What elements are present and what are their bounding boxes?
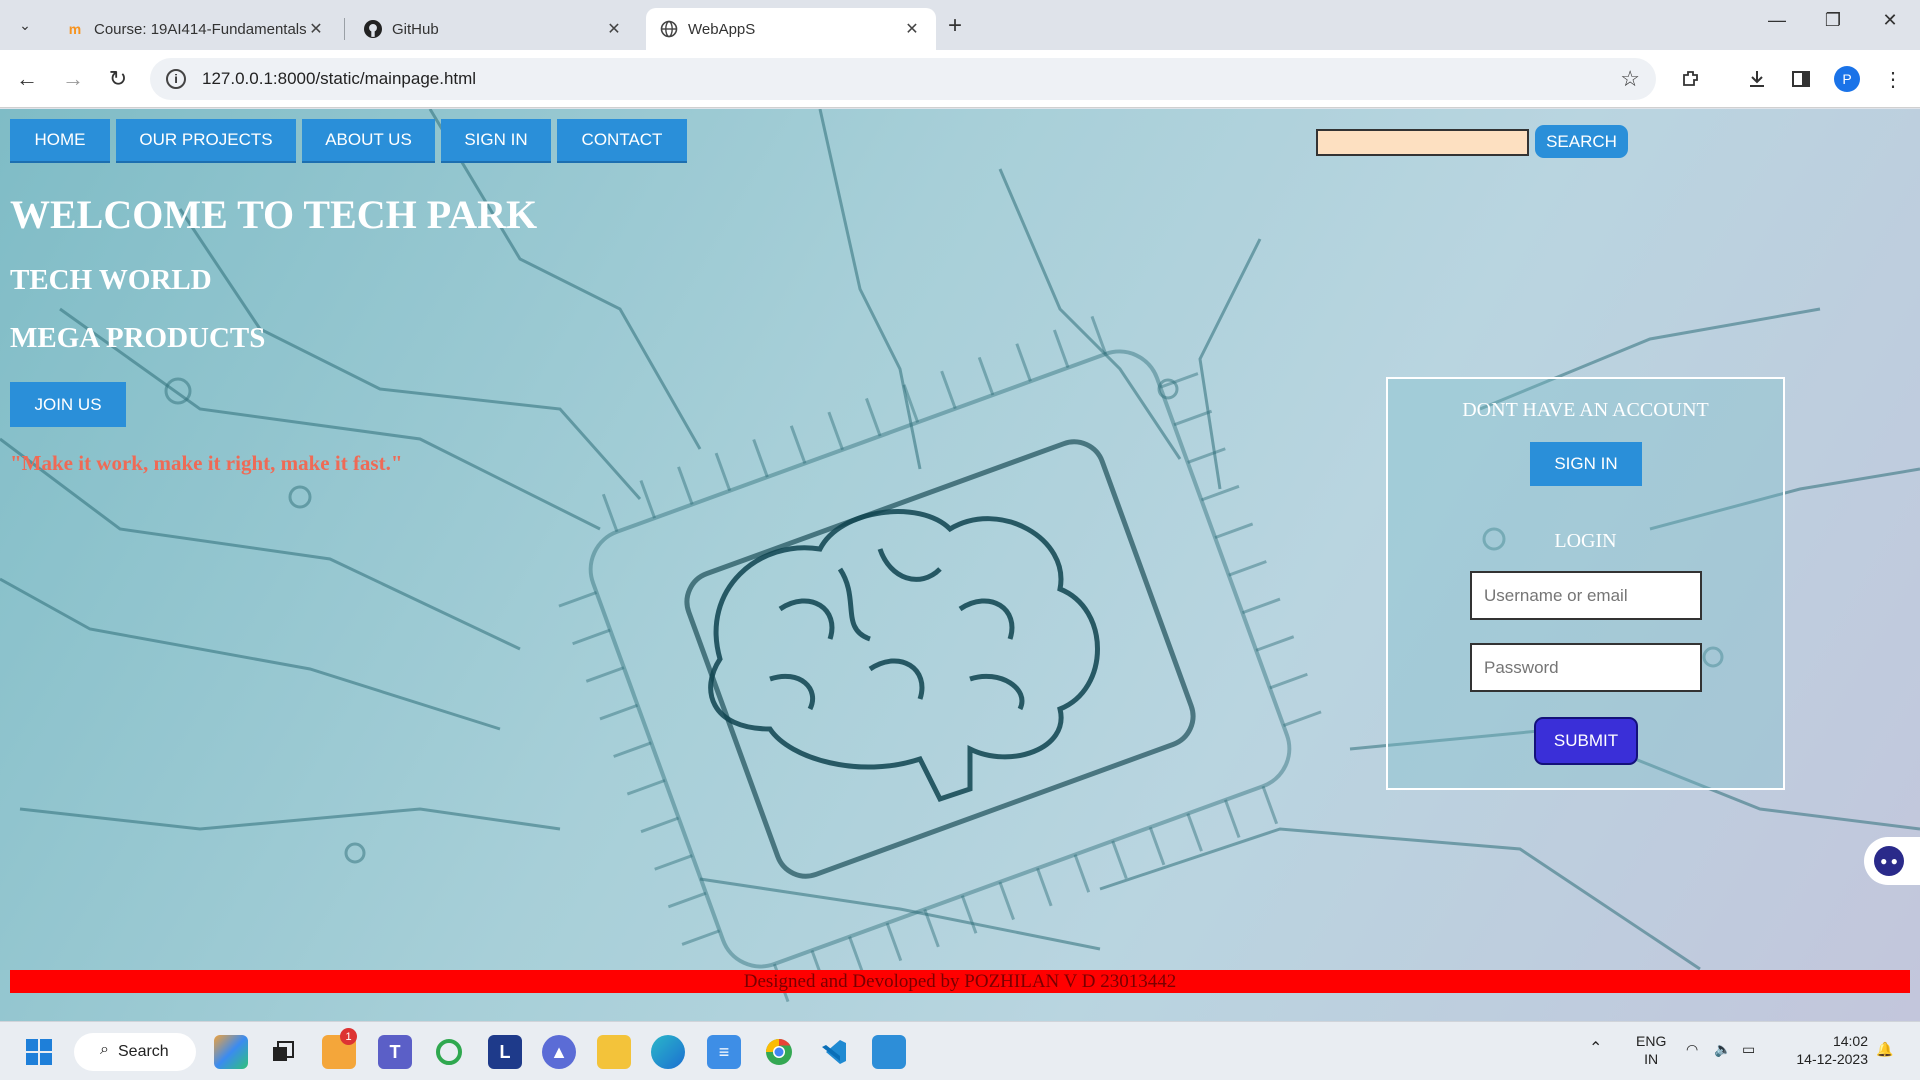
nav-sign-in[interactable]: SIGN IN: [441, 119, 551, 163]
chrome-icon[interactable]: [762, 1035, 796, 1069]
brain-icon: [708, 509, 1100, 803]
chevron-down-icon: ⌄: [19, 16, 31, 33]
no-account-caption: DONT HAVE AN ACCOUNT: [1462, 399, 1709, 421]
edge-icon[interactable]: [651, 1035, 685, 1069]
welcome-heading: WELCOME TO TECH PARK: [10, 192, 538, 237]
browser-toolbar: ← → ↻ i 127.0.0.1:8000/static/mainpage.h…: [0, 50, 1920, 108]
taskbar-search[interactable]: ⌕ Search: [74, 1033, 196, 1071]
panel-sign-in-button[interactable]: SIGN IN: [1530, 442, 1642, 486]
volume-icon[interactable]: 🔈: [1714, 1040, 1731, 1058]
nav-about-us[interactable]: ABOUT US: [302, 119, 435, 163]
tab-title: GitHub: [392, 20, 439, 38]
start-button[interactable]: [22, 1035, 56, 1069]
wifi-icon[interactable]: ◠: [1686, 1040, 1698, 1058]
nav-home[interactable]: HOME: [10, 119, 110, 163]
profile-avatar[interactable]: P: [1834, 66, 1860, 92]
clock-time: 14:02: [1832, 1033, 1868, 1049]
plus-icon: +: [948, 12, 963, 39]
close-icon: ✕: [1882, 10, 1898, 30]
l-app-icon[interactable]: L: [488, 1035, 522, 1069]
main-nav: HOME OUR PROJECTS ABOUT US SIGN IN CONTA…: [10, 119, 693, 163]
notification-badge: 1: [340, 1028, 357, 1045]
nav-contact[interactable]: CONTACT: [557, 119, 687, 163]
clock[interactable]: 14:02 14-12-2023: [1784, 1032, 1868, 1068]
taskbar-search-label: Search: [118, 1043, 169, 1060]
reload-icon: ↻: [108, 66, 128, 91]
close-icon[interactable]: ✕: [604, 19, 624, 39]
chatbot-icon: ● ●: [1874, 846, 1904, 876]
github-icon: [364, 20, 382, 38]
back-button[interactable]: ←: [12, 64, 42, 94]
restore-icon: ❐: [1824, 10, 1842, 30]
login-panel: DONT HAVE AN ACCOUNT SIGN IN LOGIN SUBMI…: [1386, 377, 1785, 790]
more-menu-icon[interactable]: ⋮: [1878, 64, 1908, 94]
submit-button[interactable]: SUBMIT: [1534, 717, 1638, 765]
battery-icon[interactable]: ▭: [1742, 1040, 1755, 1058]
tab-github[interactable]: GitHub ✕: [350, 8, 638, 50]
mega-products-heading: MEGA PRODUCTS: [10, 322, 266, 354]
search-input[interactable]: [1316, 129, 1529, 156]
close-icon[interactable]: ✕: [306, 19, 326, 39]
teams-icon[interactable]: T: [378, 1035, 412, 1069]
moodle-icon: m: [68, 21, 82, 37]
password-field[interactable]: [1470, 643, 1702, 692]
url-text: 127.0.0.1:8000/static/mainpage.html: [202, 69, 477, 88]
restore-button[interactable]: ❐: [1813, 10, 1853, 31]
search-button[interactable]: SEARCH: [1535, 125, 1628, 158]
download-icon[interactable]: [1742, 64, 1772, 94]
footer-credit: Designed and Devoloped by POZHILAN V D 2…: [10, 970, 1910, 993]
windows-taskbar: ⌕ Search 1 T L ▲ ≡ ⌃ ENG IN ◠ 🔈 ▭ 14:02 …: [0, 1021, 1920, 1080]
notepad-icon[interactable]: ≡: [707, 1035, 741, 1069]
tech-world-heading: TECH WORLD: [10, 264, 212, 296]
extensions-icon[interactable]: [1676, 64, 1706, 94]
arrow-left-icon: ←: [16, 66, 38, 91]
show-hidden-icons[interactable]: ⌃: [1589, 1040, 1602, 1058]
photos-icon[interactable]: [872, 1035, 906, 1069]
language-code: ENG: [1636, 1033, 1667, 1049]
globe-icon: [660, 20, 678, 38]
join-us-button[interactable]: JOIN US: [10, 382, 126, 427]
reload-button[interactable]: ↻: [103, 64, 133, 94]
region-code: IN: [1644, 1051, 1659, 1067]
arrow-right-icon: →: [62, 66, 84, 91]
site-info-icon[interactable]: i: [166, 69, 186, 89]
search-icon: ⌕: [100, 1041, 109, 1058]
minimize-icon: —: [1768, 10, 1786, 30]
quote-text: "Make it work, make it right, make it fa…: [10, 451, 403, 475]
nav-our-projects[interactable]: OUR PROJECTS: [116, 119, 296, 163]
browser-tabstrip: ⌄ m Course: 19AI414-Fundamentals ✕ GitHu…: [0, 0, 1920, 50]
clock-date: 14-12-2023: [1796, 1051, 1868, 1067]
loop-icon[interactable]: [432, 1035, 466, 1069]
side-panel-icon[interactable]: [1786, 64, 1816, 94]
address-bar[interactable]: i 127.0.0.1:8000/static/mainpage.html ☆: [150, 58, 1656, 100]
vscode-icon[interactable]: [817, 1035, 851, 1069]
close-window-button[interactable]: ✕: [1870, 10, 1910, 31]
bookmark-star-icon[interactable]: ☆: [1620, 66, 1640, 92]
windows-icon: [26, 1039, 52, 1065]
login-caption: LOGIN: [1554, 530, 1617, 552]
task-view-icon[interactable]: [266, 1035, 300, 1069]
username-field[interactable]: [1470, 571, 1702, 620]
copilot-icon[interactable]: [214, 1035, 248, 1069]
tab-title: WebAppS: [688, 20, 756, 38]
forward-button[interactable]: →: [58, 64, 88, 94]
tab-webapps[interactable]: WebAppS ✕: [646, 8, 936, 50]
webpage-viewport: HOME OUR PROJECTS ABOUT US SIGN IN CONTA…: [0, 109, 1920, 1021]
language-indicator[interactable]: ENG IN: [1636, 1032, 1666, 1068]
new-tab-button[interactable]: +: [948, 12, 962, 40]
minimize-button[interactable]: —: [1757, 10, 1797, 31]
assistant-bubble[interactable]: ● ●: [1864, 837, 1920, 885]
tab-search-button[interactable]: ⌄: [10, 10, 40, 40]
tab-divider: [344, 18, 345, 40]
notification-bell-icon[interactable]: 🔔: [1876, 1040, 1893, 1058]
tab-title: Course: 19AI414-Fundamentals: [94, 20, 306, 38]
arc-icon[interactable]: ▲: [542, 1035, 576, 1069]
file-explorer-icon[interactable]: [597, 1035, 631, 1069]
close-icon[interactable]: ✕: [902, 19, 922, 39]
tab-course[interactable]: m Course: 19AI414-Fundamentals ✕: [52, 8, 340, 50]
